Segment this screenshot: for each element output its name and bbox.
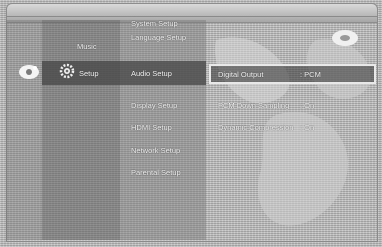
category-column	[42, 20, 120, 240]
submenu-parental-setup[interactable]: Parental Setup	[131, 168, 181, 177]
category-music[interactable]: Music	[77, 42, 97, 51]
setup-screen: Music Setup System Setup Language Setup …	[0, 0, 382, 247]
option-digital-output-value: : PCM	[300, 70, 321, 79]
disc-icon	[19, 65, 39, 79]
left-strip	[6, 20, 42, 240]
gear-icon	[59, 63, 75, 79]
option-digital-output-label: Digital Output	[218, 70, 264, 79]
submenu-display-setup[interactable]: Display Setup	[131, 101, 177, 110]
option-dynamic-compression-value: : On	[300, 123, 315, 132]
option-pcm-down-sampling-value: : On	[300, 101, 315, 110]
submenu-hdmi-setup[interactable]: HDMI Setup	[131, 123, 172, 132]
submenu-system-setup[interactable]: System Setup	[131, 19, 178, 28]
submenu-language-setup[interactable]: Language Setup	[131, 33, 186, 42]
disc-decoration-icon	[332, 30, 358, 46]
submenu-network-setup[interactable]: Network Setup	[131, 146, 180, 155]
option-dynamic-compression-label[interactable]: Dynamic Compression	[218, 123, 293, 132]
option-pcm-down-sampling-label[interactable]: PCM Down Sampling	[218, 101, 289, 110]
category-setup[interactable]: Setup	[79, 69, 99, 78]
submenu-audio-setup[interactable]: Audio Setup	[131, 69, 172, 78]
